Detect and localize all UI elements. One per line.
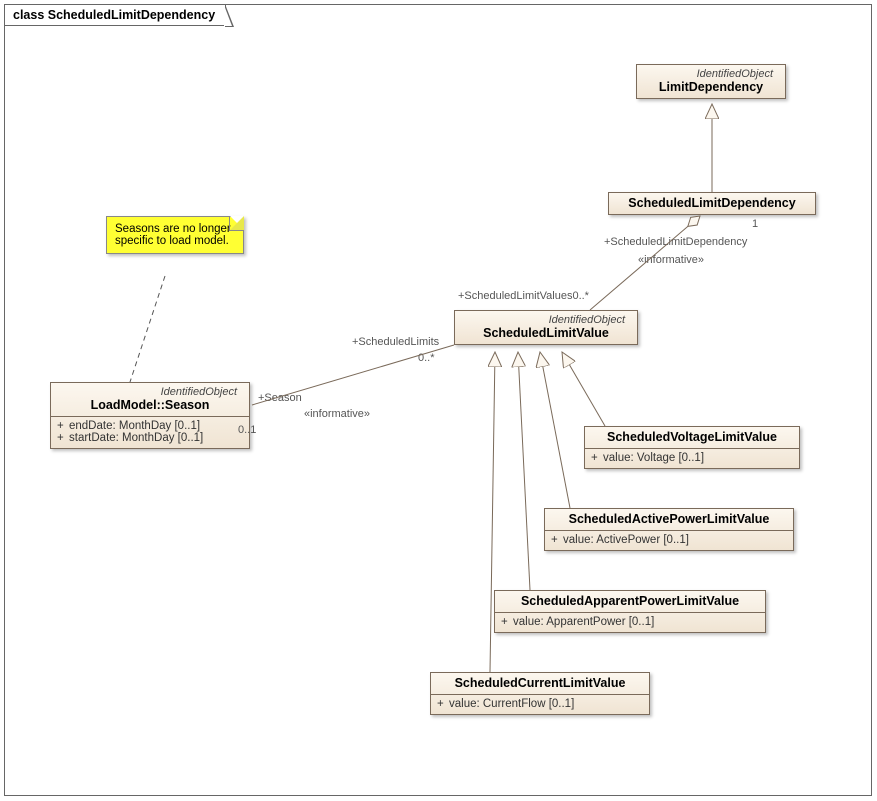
attribute-row: +value: Voltage [0..1] [591, 452, 793, 464]
note-seasons: Seasons are no longer specific to load m… [106, 216, 244, 254]
stereotype: IdentifiedObject [463, 314, 629, 326]
role-label: +ScheduledLimitDependency [604, 236, 747, 248]
attributes: +value: Voltage [0..1] [585, 448, 799, 468]
attributes: +endDate: MonthDay [0..1] +startDate: Mo… [51, 416, 249, 448]
attribute-row: +value: ActivePower [0..1] [551, 534, 787, 546]
stereo-label: «informative» [638, 254, 704, 266]
attributes: +value: CurrentFlow [0..1] [431, 694, 649, 714]
role-label: +Season [258, 392, 302, 404]
attribute-row: +startDate: MonthDay [0..1] [57, 432, 243, 444]
mult-label: 0..1 [238, 424, 256, 436]
class-scheduled-active[interactable]: ScheduledActivePowerLimitValue +value: A… [544, 508, 794, 551]
attribute-row: +value: ApparentPower [0..1] [501, 616, 759, 628]
mult-label: 0..* [572, 290, 589, 302]
class-limit-dependency[interactable]: IdentifiedObject LimitDependency [636, 64, 786, 99]
diagram-title-tab: class ScheduledLimitDependency [4, 4, 226, 26]
diagram-title: class ScheduledLimitDependency [13, 8, 215, 22]
attributes: +value: ApparentPower [0..1] [495, 612, 765, 632]
class-name: ScheduledActivePowerLimitValue [553, 512, 785, 526]
class-name: LoadModel::Season [59, 398, 241, 412]
stereotype: IdentifiedObject [59, 386, 241, 398]
role-label: +ScheduledLimitValues [458, 290, 572, 302]
attribute-row: +endDate: MonthDay [0..1] [57, 420, 243, 432]
mult-label: 0..* [418, 352, 435, 364]
class-scheduled-limit-value[interactable]: IdentifiedObject ScheduledLimitValue [454, 310, 638, 345]
class-season[interactable]: IdentifiedObject LoadModel::Season +endD… [50, 382, 250, 449]
class-name: ScheduledCurrentLimitValue [439, 676, 641, 690]
class-name: ScheduledLimitDependency [617, 196, 807, 210]
stereo-label: «informative» [304, 408, 370, 420]
class-scheduled-apparent[interactable]: ScheduledApparentPowerLimitValue +value:… [494, 590, 766, 633]
stereotype: IdentifiedObject [645, 68, 777, 80]
note-text: Seasons are no longer specific to load m… [115, 223, 231, 247]
class-name: ScheduledApparentPowerLimitValue [503, 594, 757, 608]
class-name: ScheduledLimitValue [463, 326, 629, 340]
mult-label: 1 [752, 218, 758, 230]
role-label: +ScheduledLimits [352, 336, 439, 348]
attribute-row: +value: CurrentFlow [0..1] [437, 698, 643, 710]
class-name: LimitDependency [645, 80, 777, 94]
class-scheduled-current[interactable]: ScheduledCurrentLimitValue +value: Curre… [430, 672, 650, 715]
attributes: +value: ActivePower [0..1] [545, 530, 793, 550]
class-name: ScheduledVoltageLimitValue [593, 430, 791, 444]
class-scheduled-voltage[interactable]: ScheduledVoltageLimitValue +value: Volta… [584, 426, 800, 469]
class-scheduled-limit-dependency[interactable]: ScheduledLimitDependency [608, 192, 816, 215]
